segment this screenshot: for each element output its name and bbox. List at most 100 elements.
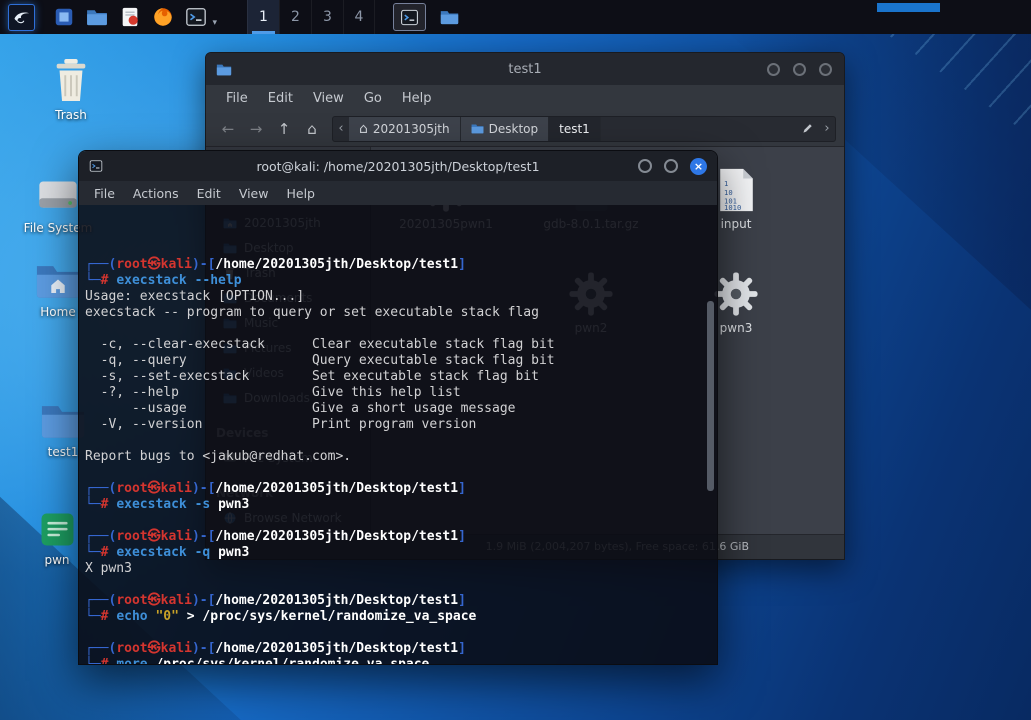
terminal-text: ]: [458, 257, 466, 272]
close-button[interactable]: ×: [690, 157, 707, 175]
terminal-icon: [400, 8, 419, 27]
green-app-icon: [39, 500, 76, 548]
up-button[interactable]: ↑: [270, 116, 298, 142]
terminal-text: root㉿kali: [116, 529, 192, 544]
terminal-titlebar[interactable]: root@kali: /home/20201305jth/Desktop/tes…: [79, 151, 717, 181]
terminal-text: -s, --set-execstack Set executable stack…: [85, 369, 539, 384]
svg-text:1010: 1010: [724, 203, 741, 212]
terminal-scrollbar[interactable]: [707, 301, 714, 491]
terminal-text: root㉿kali: [116, 593, 192, 608]
taskbar-file-manager-window[interactable]: [433, 3, 466, 31]
taskbar-terminal-window[interactable]: [393, 3, 426, 31]
launcher-file-manager[interactable]: [83, 4, 110, 31]
workspace-4[interactable]: 4: [343, 0, 375, 34]
terminal-line: └─# execstack --help: [85, 273, 717, 289]
terminal-text: pwn3: [218, 545, 250, 560]
file-manager-titlebar[interactable]: test1: [206, 53, 844, 85]
folder-icon: [471, 123, 484, 134]
close-button[interactable]: [819, 62, 832, 76]
menu-help[interactable]: Help: [392, 91, 442, 106]
terminal-text: root㉿kali: [116, 257, 192, 272]
terminal-text: root㉿kali: [116, 641, 192, 656]
terminal-text: execstack -- program to query or set exe…: [85, 305, 539, 320]
terminal-text: /home/20201305jth/Desktop/test1: [215, 481, 459, 496]
menu-edit[interactable]: Edit: [188, 186, 230, 201]
terminal-line: Report bugs to <jakub@redhat.com>.: [85, 449, 717, 465]
terminal-line: └─# execstack -q pwn3: [85, 545, 717, 561]
menu-view[interactable]: View: [230, 186, 278, 201]
terminal-title: root@kali: /home/20201305jth/Desktop/tes…: [256, 158, 540, 174]
folder-home-icon: [35, 252, 81, 300]
workspace-3[interactable]: 3: [311, 0, 343, 34]
menu-help[interactable]: Help: [277, 186, 324, 201]
folder-icon: [216, 63, 232, 76]
launcher-app-grid[interactable]: [50, 4, 77, 31]
path-segment-label: test1: [559, 121, 590, 136]
terminal-text: pwn3: [218, 497, 250, 512]
terminal-text: root㉿kali: [116, 481, 192, 496]
menu-file[interactable]: File: [216, 91, 258, 106]
forward-button[interactable]: →: [242, 116, 270, 142]
desktop-icon-trash[interactable]: Trash: [30, 55, 112, 122]
menu-file[interactable]: File: [85, 186, 124, 201]
path-segment-label: Desktop: [488, 121, 539, 136]
dropdown-icon[interactable]: ▾: [212, 18, 217, 28]
terminal-text: -c, --clear-execstack Clear executable s…: [85, 337, 555, 352]
terminal-text: #: [100, 497, 117, 512]
terminal-line: └─# execstack -s pwn3: [85, 497, 717, 513]
menu-edit[interactable]: Edit: [258, 91, 303, 106]
edit-path-icon[interactable]: [795, 122, 819, 135]
desktop-icon-label: Home: [40, 305, 76, 319]
terminal-text: echo: [116, 609, 156, 624]
minimize-button[interactable]: [638, 159, 652, 173]
terminal-text: )-[: [191, 257, 216, 272]
terminal-text: /home/20201305jth/Desktop/test1: [215, 529, 459, 544]
path-segment-label: 20201305jth: [372, 121, 450, 136]
home-button[interactable]: ⌂: [298, 116, 326, 142]
terminal-text: ┌──(: [85, 257, 117, 272]
path-20201305jth[interactable]: ⌂ 20201305jth: [349, 116, 461, 141]
terminal-text: └─: [85, 497, 101, 512]
terminal-window: root@kali: /home/20201305jth/Desktop/tes…: [78, 150, 718, 665]
folder-icon: [86, 8, 108, 26]
menu-actions[interactable]: Actions: [124, 186, 188, 201]
terminal-text: /home/20201305jth/Desktop/test1: [215, 593, 459, 608]
path-scroll-left-icon[interactable]: ‹: [333, 121, 349, 136]
home-icon: ⌂: [359, 120, 368, 137]
svg-text:10: 10: [724, 188, 733, 197]
maximize-button[interactable]: [793, 62, 806, 76]
terminal-line: ┌──(root㉿kali)-[/home/20201305jth/Deskto…: [85, 593, 717, 609]
launcher-terminal[interactable]: ▾: [182, 4, 217, 31]
path-desktop[interactable]: Desktop: [460, 116, 550, 141]
launcher-kali-menu[interactable]: [8, 3, 35, 31]
drive-icon: [35, 168, 81, 216]
maximize-button[interactable]: [664, 159, 678, 173]
menu-go[interactable]: Go: [354, 91, 392, 106]
terminal-text: └─: [85, 273, 101, 288]
terminal-line: ┌──(root㉿kali)-[/home/20201305jth/Deskto…: [85, 257, 717, 273]
terminal-text: └─: [85, 657, 101, 664]
svg-text:1: 1: [724, 179, 728, 188]
terminal-text: )-[: [191, 641, 216, 656]
workspace-2[interactable]: 2: [279, 0, 311, 34]
launcher-firefox[interactable]: [149, 4, 176, 31]
folder-icon: [440, 9, 459, 25]
terminal-output[interactable]: ┌──(root㉿kali)-[/home/20201305jth/Deskto…: [79, 205, 717, 664]
terminal-line: ┌──(root㉿kali)-[/home/20201305jth/Deskto…: [85, 641, 717, 657]
document-red-icon: [119, 6, 141, 28]
terminal-line: -q, --query Query executable stack flag …: [85, 353, 717, 369]
desktop-icon-label: pwn: [44, 553, 70, 567]
back-button[interactable]: ←: [214, 116, 242, 142]
menu-view[interactable]: View: [303, 91, 354, 106]
desktop-icon-label: test1: [47, 445, 79, 459]
terminal-text: └─: [85, 609, 101, 624]
path-scroll-right-icon[interactable]: ›: [819, 121, 835, 136]
workspace-1[interactable]: 1: [247, 0, 279, 34]
terminal-line: -?, --help Give this help list: [85, 385, 717, 401]
minimize-button[interactable]: [767, 62, 780, 76]
launcher-text-editor[interactable]: [116, 4, 143, 31]
path-test1[interactable]: test1: [549, 116, 601, 141]
